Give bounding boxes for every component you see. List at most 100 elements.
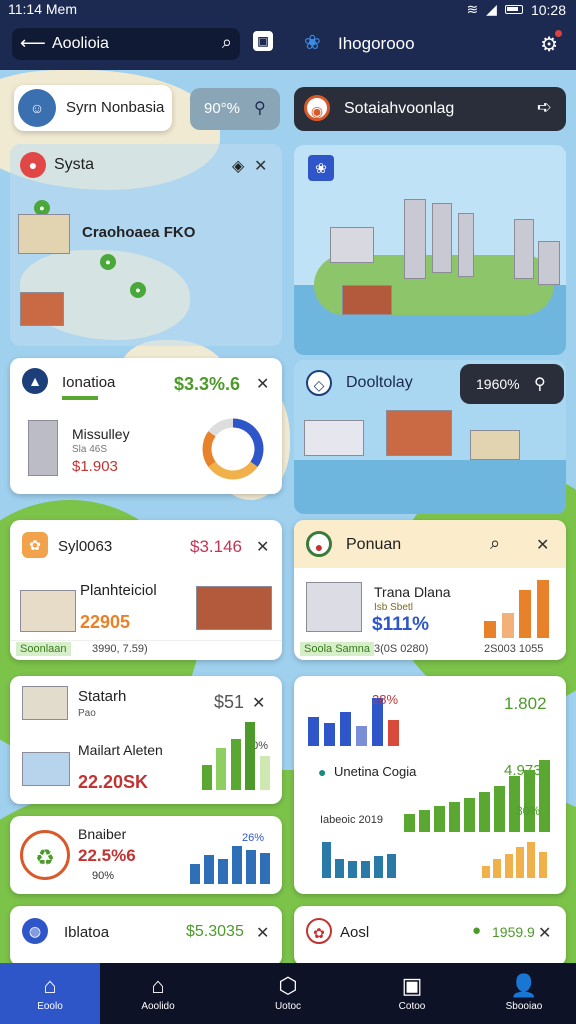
close-icon[interactable]: ✕ xyxy=(256,923,269,943)
stats-green-bar xyxy=(419,810,430,832)
card-d-bar xyxy=(536,580,549,638)
close-icon[interactable]: ✕ xyxy=(536,535,549,555)
stats-green-bar xyxy=(539,760,550,832)
globe-icon: ● xyxy=(306,531,332,557)
stats-green-bar xyxy=(449,802,460,832)
card-d-bar-chart xyxy=(484,580,554,638)
close-icon[interactable]: ✕ xyxy=(256,537,269,557)
card-g-bar xyxy=(190,863,200,884)
close-icon[interactable]: ✕ xyxy=(254,156,267,176)
card-e-bar xyxy=(202,764,213,790)
top-banner-label: Sotaiahvoonlag xyxy=(344,100,455,117)
header-title: Ihogorooo xyxy=(338,34,415,53)
stats-green-bar xyxy=(464,798,475,832)
card-g-pct: 26% xyxy=(242,832,265,844)
building-illustration xyxy=(22,686,68,720)
building-illustration xyxy=(196,586,272,630)
search-input[interactable]: ⟵ Aoolioia ⌕ xyxy=(12,28,240,60)
card-g-bar-chart xyxy=(190,846,274,884)
user-icon: 👤 xyxy=(510,973,538,998)
marker-icon: ● xyxy=(130,282,146,298)
place-card-statarh[interactable]: Statarh Pao $51 ✕ Mailart Aleten 22.20SK… xyxy=(10,676,282,804)
card-c-value: 22905 xyxy=(80,612,131,632)
stats-bar-chart-blue xyxy=(322,842,400,878)
image-icon: ▣ xyxy=(401,973,423,998)
card-d-footer-b: 3(0S 0280) xyxy=(374,643,429,655)
stats-bar-chart-green xyxy=(404,760,554,832)
card-e-bar-chart xyxy=(202,722,274,790)
place-card-ionatioa[interactable]: ▲ Ionatioa $3.3%.6 ✕ Missulley Sla 46S $… xyxy=(10,358,282,494)
card-a-value: $1.903 xyxy=(72,458,118,475)
card-b-title: Dooltolay xyxy=(346,374,413,391)
nav-explore[interactable]: ⌂ Aoolido xyxy=(108,963,208,1024)
nav-home[interactable]: ⌂ Eoolo xyxy=(0,963,100,1024)
close-icon[interactable]: ✕ xyxy=(256,374,269,394)
stats-left-bar xyxy=(340,711,352,746)
stats-orange-bar xyxy=(493,858,502,878)
location-icon: ⬡ xyxy=(278,973,298,998)
card-d-footer-a: Soola Samna xyxy=(300,642,375,656)
app-switch-icon[interactable]: ▣ xyxy=(253,31,273,51)
search-icon[interactable]: ⌕ xyxy=(490,533,500,554)
building-illustration xyxy=(386,410,452,456)
lotus-logo-icon: ❀ xyxy=(304,32,321,54)
stats-blue-bar xyxy=(335,858,345,878)
battery-icon xyxy=(504,5,523,14)
nav-map-label: Uotoc xyxy=(274,1001,302,1012)
nav-map[interactable]: ⬡ Uotoc xyxy=(238,963,338,1024)
place-card-dooltolay[interactable]: ◇ Dooltolay 1960% ⚲ xyxy=(294,360,566,514)
flower-icon: ❀ xyxy=(308,155,334,181)
map-card[interactable]: ● Systa ◈ ✕ ● ● ● Craohoaea FKO xyxy=(10,144,282,346)
stats-green-bar xyxy=(404,814,415,832)
notification-dot xyxy=(555,30,562,37)
place-card-syl0063[interactable]: ✿ Syl0063 $3.146 ✕ Planhteiciol 22905 So… xyxy=(10,520,282,660)
card-c-footer-b: 3990, 7.59) xyxy=(92,643,148,655)
card-d-bar xyxy=(501,613,514,638)
bottom-nav: ⌂ Eoolo ⌂ Aoolido ⬡ Uotoc ▣ Cotoo 👤 Sboo… xyxy=(0,963,576,1024)
card-d-pct: $111% xyxy=(372,614,430,635)
back-arrow-icon[interactable]: ⟵ xyxy=(20,33,46,54)
place-card-iblatoa[interactable]: ◍ Iblatoa $5.3035 ✕ xyxy=(10,906,282,966)
location-icon[interactable]: ◈ xyxy=(232,156,244,176)
forward-icon[interactable]: ➪ xyxy=(537,97,552,118)
wifi-icon: ≋ xyxy=(466,1,479,17)
card-i-title: Aosl xyxy=(340,924,370,941)
stats-card[interactable]: 28% 1.802 ● Unetina Cogia 4.9736 30% Iab… xyxy=(294,676,566,894)
card-h-price: $5.3035 xyxy=(186,923,244,940)
stats-green-bar xyxy=(479,792,490,832)
pin-icon: ⚲ xyxy=(534,376,546,393)
close-icon[interactable]: ✕ xyxy=(252,693,265,713)
dot-icon: ● xyxy=(318,764,327,780)
stats-left-bar xyxy=(388,719,400,746)
house-illustration xyxy=(20,292,64,326)
close-icon[interactable]: ✕ xyxy=(538,923,551,943)
compass-icon: ◉ xyxy=(304,95,330,121)
card-d-header xyxy=(294,520,566,568)
badge-icon: ✿ xyxy=(22,532,48,558)
card-c-name: Planhteiciol xyxy=(80,582,157,599)
stats-green-bar xyxy=(434,806,445,832)
card-g-bar xyxy=(260,852,270,884)
nav-gallery[interactable]: ▣ Cotoo xyxy=(362,963,462,1024)
recycle-icon: ♻ xyxy=(20,830,70,880)
nav-gallery-label: Cotoo xyxy=(398,1001,426,1012)
gift-icon: ◍ xyxy=(22,918,48,944)
place-card-aosl[interactable]: ✿ Aosl ● 1959.9 ✕ xyxy=(294,906,566,966)
stats-orange-bar xyxy=(527,842,536,878)
profile-badge[interactable]: 90°% ⚲ xyxy=(190,88,280,130)
house-illustration xyxy=(18,214,70,254)
card-d-title: Ponuan xyxy=(346,536,402,553)
card-e-sub: Pao xyxy=(78,708,96,719)
search-icon[interactable]: ⌕ xyxy=(222,32,232,53)
card-b-badge[interactable]: 1960% ⚲ xyxy=(460,364,564,404)
stats-left-bar xyxy=(308,716,320,746)
place-card-bnaiber[interactable]: ♻ Bnaiber 22.5%6 90% 26% xyxy=(10,816,282,894)
nav-profile[interactable]: 👤 Sbooiao xyxy=(474,963,574,1024)
place-card-ponuan[interactable]: ● Ponuan ⌕ ✕ Trana Dlana Isb Sbetl $111%… xyxy=(294,520,566,660)
top-banner[interactable]: ◉ Sotaiahvoonlag ➪ xyxy=(294,87,566,131)
donut-chart xyxy=(202,418,264,480)
stats-left-bar xyxy=(324,722,336,746)
profile-card[interactable]: ☺ Syrn Nonbasia xyxy=(14,85,172,131)
settings-gear-icon[interactable]: ⚙ xyxy=(540,30,562,57)
stats-value: 1.802 xyxy=(504,694,547,713)
